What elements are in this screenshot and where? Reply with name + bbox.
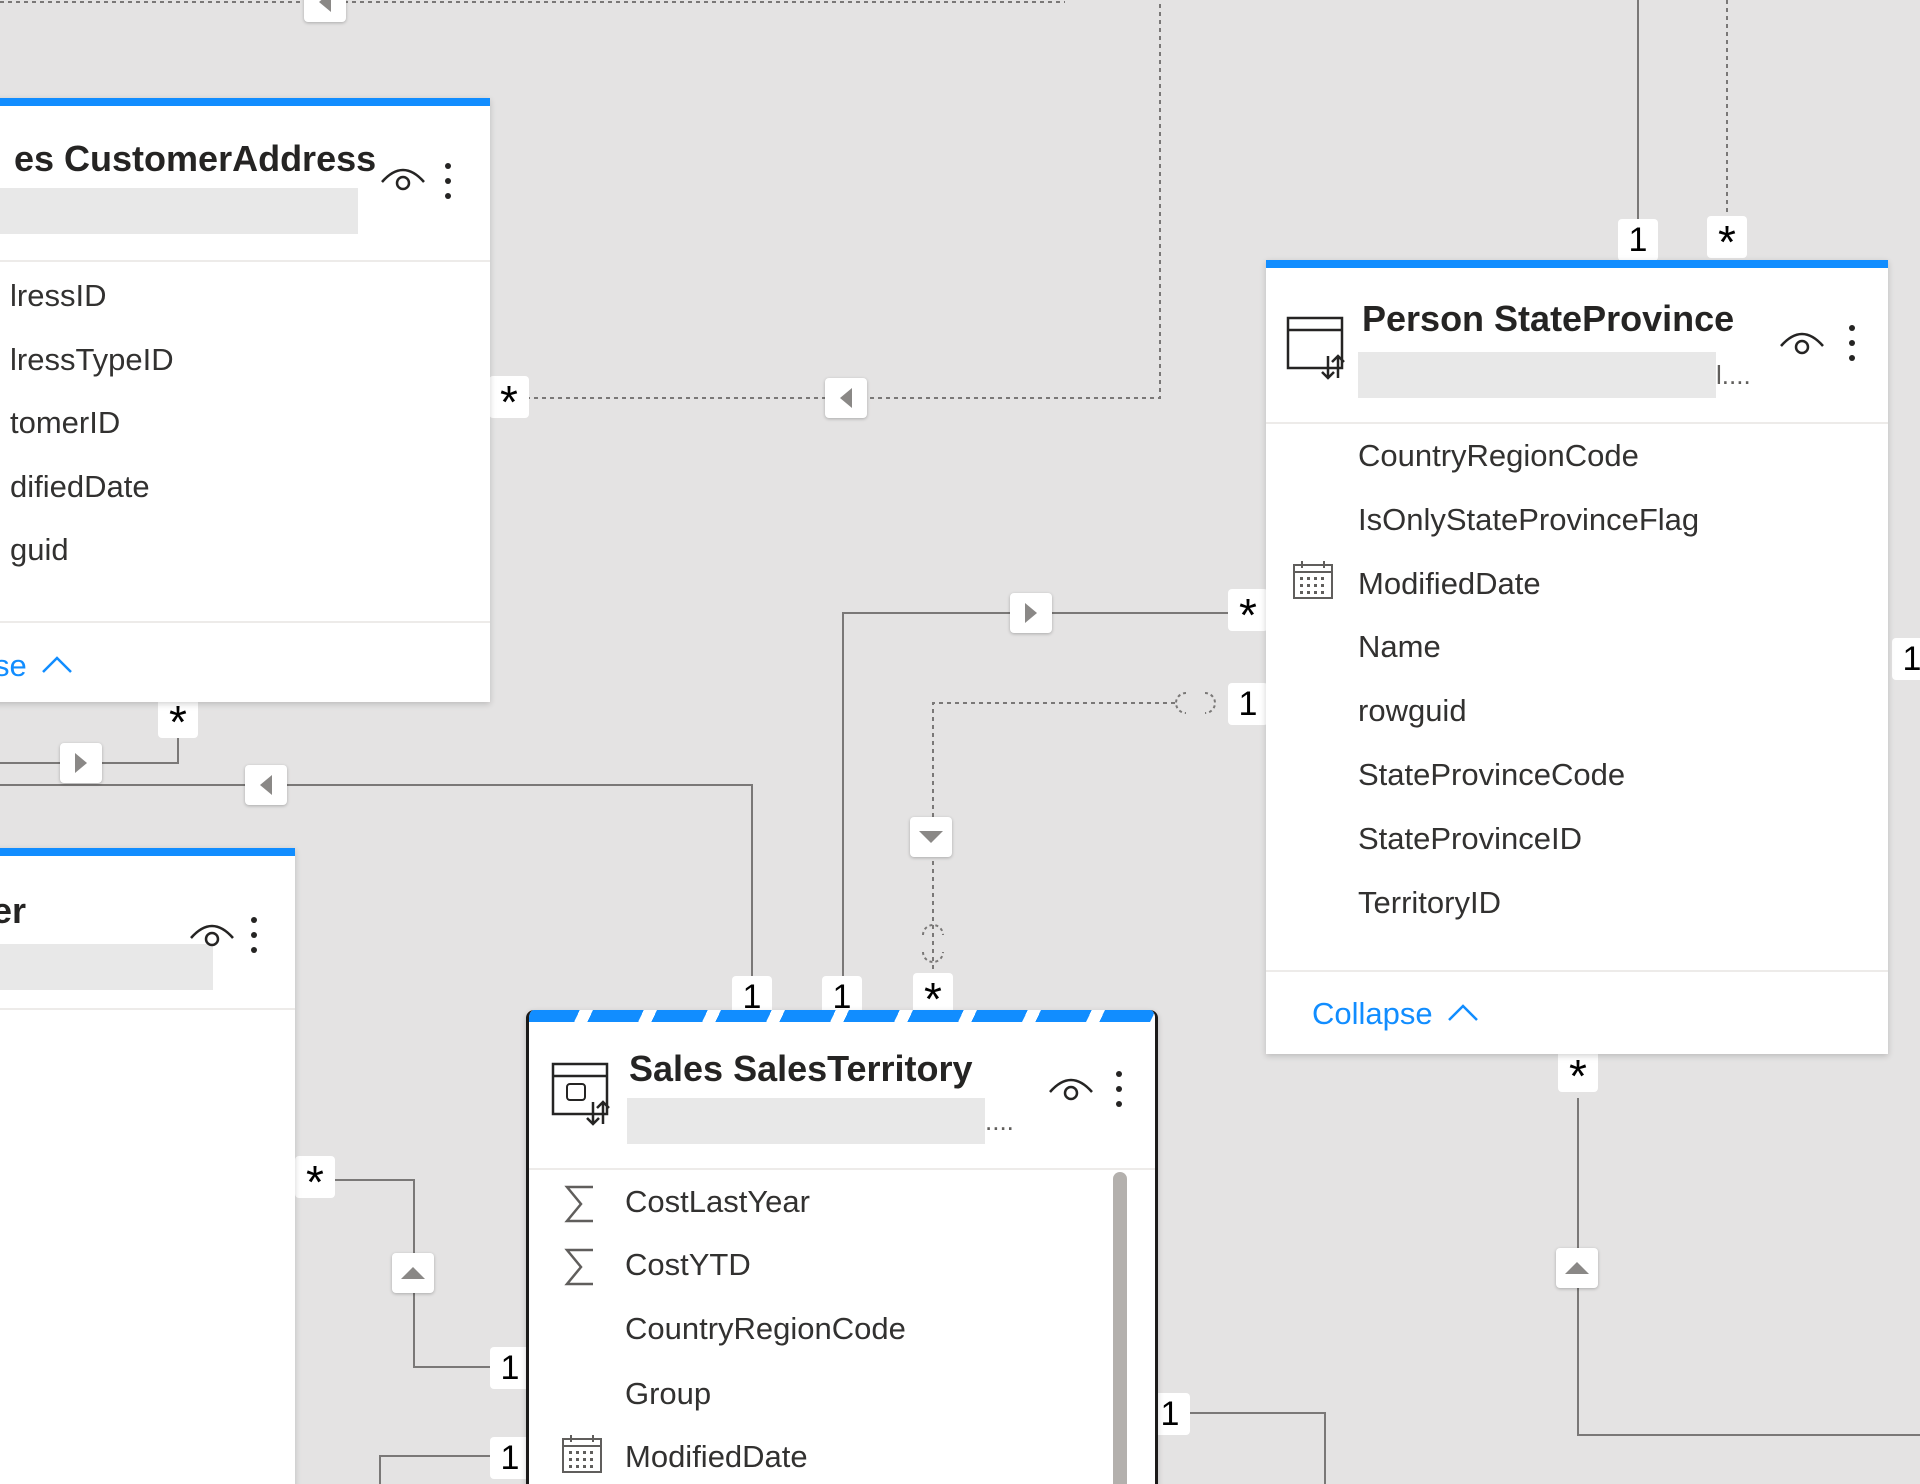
relationship-line	[842, 612, 1228, 985]
table-refresh-icon	[551, 1062, 615, 1133]
field-item[interactable]: ModifiedDate	[625, 1439, 808, 1475]
footer-divider	[1266, 970, 1888, 972]
field-item[interactable]: StateProvinceID	[1358, 821, 1582, 857]
table-title: Person StateProvince	[1362, 298, 1735, 339]
relationship-line	[1577, 1098, 1920, 1436]
field-item[interactable]: StateProvinceCode	[1358, 757, 1625, 793]
relationship-line	[379, 1455, 490, 1484]
collapse-button[interactable]: Collapse	[1312, 996, 1481, 1032]
cardinality-one-badge: 1	[490, 1437, 530, 1479]
relationship-line-dotted	[510, 0, 1161, 399]
filter-direction-up-icon	[1556, 1248, 1598, 1288]
collapse-button[interactable]: se	[0, 648, 75, 684]
filter-direction-up-icon	[392, 1253, 434, 1293]
cardinality-many-badge: *	[1558, 1050, 1598, 1102]
filter-direction-down-icon	[910, 817, 952, 857]
filter-direction-right-icon	[1010, 593, 1052, 633]
visibility-eye-icon[interactable]	[379, 160, 427, 201]
filter-direction-left-icon	[245, 765, 287, 805]
field-item[interactable]: lressTypeID	[10, 342, 174, 378]
more-options-icon[interactable]	[440, 160, 456, 209]
collapse-label: Collapse	[1312, 996, 1433, 1031]
cardinality-one-badge: 1	[490, 1347, 530, 1389]
filter-direction-left-icon	[304, 0, 346, 22]
sigma-icon	[563, 1184, 597, 1229]
field-item[interactable]: Name	[1358, 629, 1441, 665]
field-item[interactable]: CountryRegionCode	[625, 1311, 906, 1347]
collapse-label: se	[0, 648, 27, 683]
visibility-eye-icon[interactable]	[1778, 324, 1826, 365]
selected-header-stripe	[529, 1010, 1155, 1022]
cardinality-one-badge: 1	[1618, 219, 1658, 261]
field-item[interactable]: difiedDate	[10, 469, 150, 505]
calendar-icon	[561, 1434, 603, 1479]
cardinality-many-badge: *	[295, 1156, 335, 1208]
field-item[interactable]: Group	[625, 1376, 711, 1412]
cardinality-many-badge: *	[1228, 589, 1268, 641]
field-item[interactable]: CostLastYear	[625, 1184, 810, 1220]
field-item[interactable]: tomerID	[10, 405, 120, 441]
relationship-line-dotted	[932, 702, 1175, 985]
table-description-placeholder	[627, 1098, 985, 1144]
field-item[interactable]: lressID	[10, 278, 106, 314]
field-item[interactable]: CostYTD	[625, 1247, 751, 1283]
field-list-scrollbar[interactable]	[1113, 1172, 1127, 1484]
header-divider	[0, 1008, 295, 1010]
header-divider	[1266, 422, 1888, 424]
table-refresh-icon	[1286, 316, 1350, 387]
table-description-placeholder	[0, 944, 213, 990]
calendar-icon	[1292, 560, 1334, 605]
field-item[interactable]: IsOnlyStateProvinceFlag	[1358, 502, 1699, 538]
table-card-sales-territory[interactable]: Sales SalesTerritory .... CostLastYear C…	[526, 1010, 1158, 1484]
more-options-icon[interactable]	[1844, 322, 1860, 371]
chevron-up-icon	[1448, 1004, 1479, 1021]
cardinality-many-badge: *	[913, 973, 953, 1025]
field-item[interactable]: TerritoryID	[1358, 885, 1501, 921]
model-canvas[interactable]: 1 * * * 1 1 * 1 1 * * * 1 1 1 es Custome…	[0, 0, 1920, 1484]
table-description-placeholder	[1358, 352, 1716, 398]
table-title: es CustomerAddress	[14, 138, 377, 179]
sigma-icon	[563, 1247, 597, 1292]
cardinality-many-badge: *	[489, 376, 529, 428]
description-ellipsis: l....	[1716, 360, 1751, 390]
chevron-up-icon	[42, 656, 73, 673]
field-item[interactable]: guid	[10, 532, 69, 568]
field-item[interactable]: ModifiedDate	[1358, 566, 1541, 602]
header-divider	[529, 1168, 1155, 1170]
description-ellipsis: ....	[985, 1106, 1014, 1136]
field-item[interactable]: CountryRegionCode	[1358, 438, 1639, 474]
table-title: Sales SalesTerritory	[629, 1048, 973, 1089]
table-card-customer-address[interactable]: es CustomerAddress lressID lressTypeID t…	[0, 98, 490, 702]
visibility-eye-icon[interactable]	[188, 916, 236, 957]
visibility-eye-icon[interactable]	[1047, 1070, 1095, 1111]
filter-direction-left-icon	[825, 378, 867, 418]
cardinality-many-badge: *	[158, 696, 198, 748]
cardinality-many-badge: *	[1707, 216, 1747, 268]
footer-divider	[0, 621, 490, 623]
table-card-state-province[interactable]: Person StateProvince l.... CountryRegion…	[1266, 260, 1888, 1054]
table-card-partial[interactable]: er	[0, 848, 295, 1484]
filter-direction-right-icon	[60, 743, 102, 783]
relationship-line	[1180, 1412, 1326, 1484]
table-title: er	[0, 890, 27, 931]
more-options-icon[interactable]	[1111, 1068, 1127, 1117]
cardinality-one-badge: 1	[1892, 638, 1920, 680]
table-description-placeholder	[0, 188, 358, 234]
field-item[interactable]: rowguid	[1358, 693, 1467, 729]
header-divider	[0, 260, 490, 262]
more-options-icon[interactable]	[246, 914, 262, 963]
cardinality-one-badge: 1	[1228, 683, 1268, 725]
